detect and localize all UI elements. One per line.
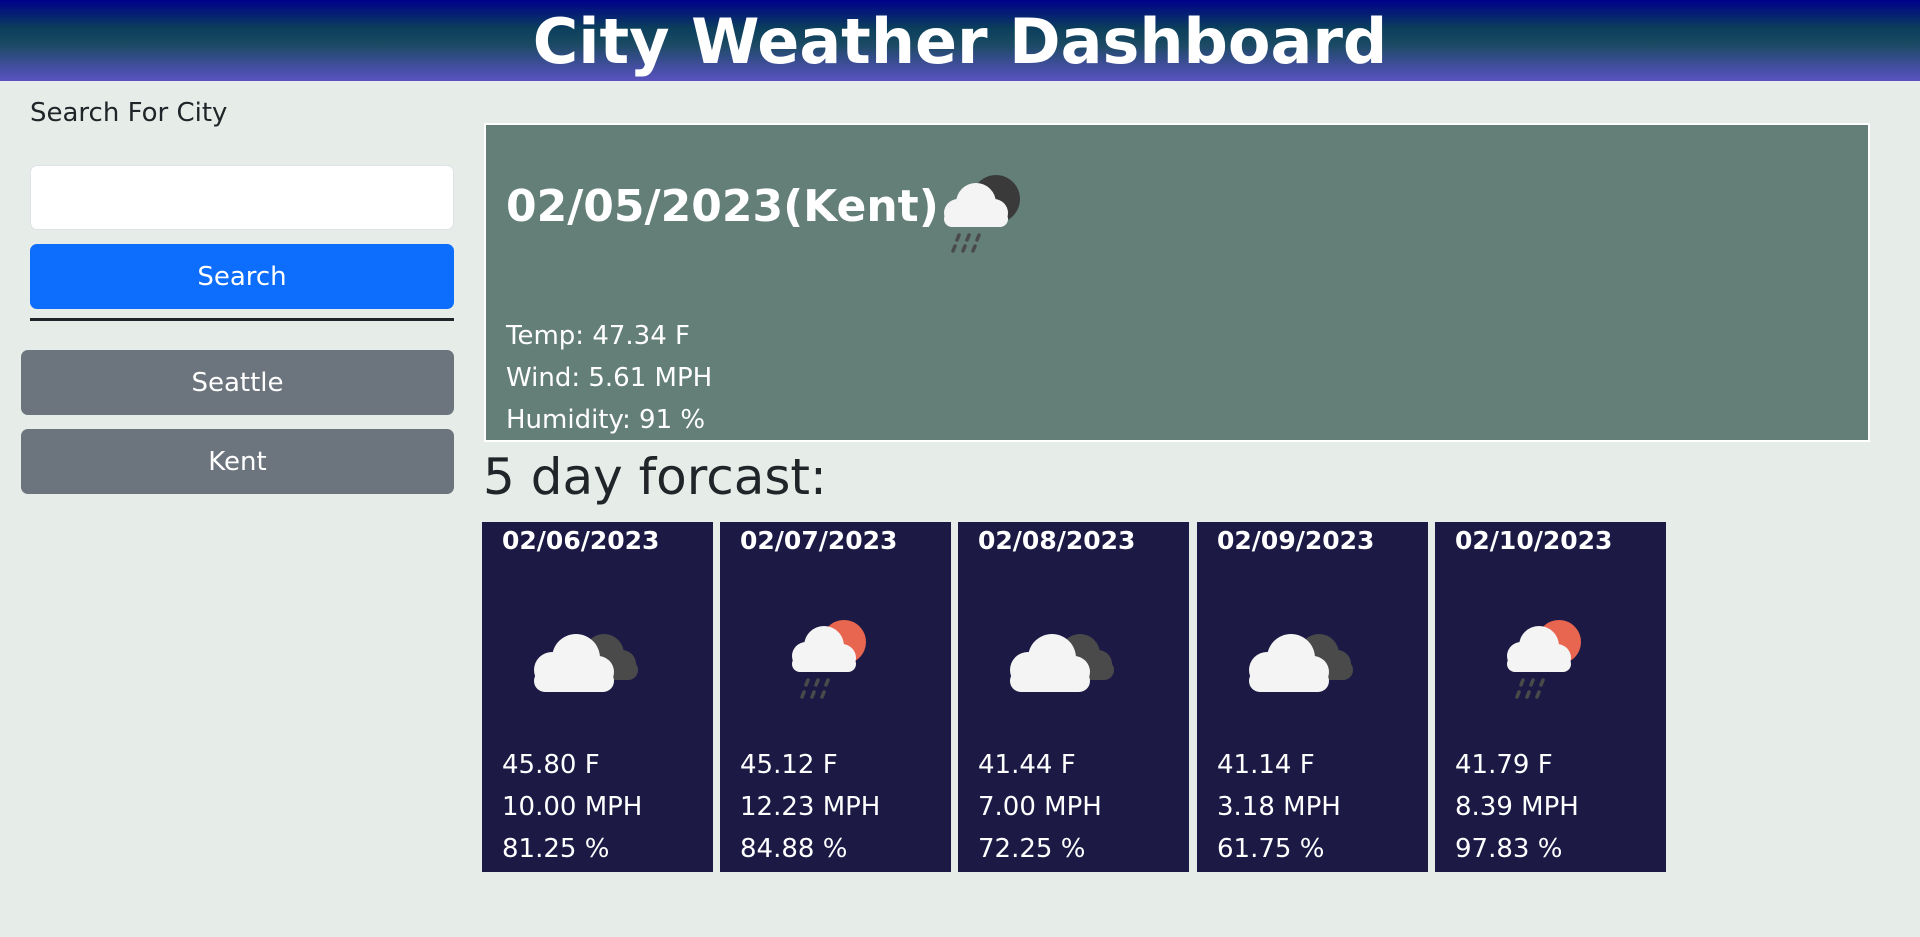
divider — [30, 318, 454, 321]
page-title: City Weather Dashboard — [532, 5, 1388, 78]
forecast-date: 02/08/2023 — [978, 526, 1136, 555]
search-button[interactable]: Search — [30, 244, 454, 309]
forecast-card: 02/08/2023 41.44 F 7.00 MPH 72.25 % — [958, 522, 1189, 872]
cloud-rain-night-icon — [930, 165, 1030, 269]
overcast-clouds-icon — [998, 612, 1128, 716]
forecast-card: 02/09/2023 41.14 F 3.18 MPH 61.75 % — [1197, 522, 1428, 872]
current-temp: Temp: 47.34 F — [506, 321, 690, 351]
current-date-city: 02/05/2023(Kent) — [506, 181, 939, 232]
cloud-rain-sun-icon — [780, 612, 880, 716]
search-label: Search For City — [30, 98, 228, 128]
current-weather-card: 02/05/2023(Kent) Temp: 47.34 F Wind: 5.6… — [484, 123, 1870, 442]
forecast-heading: 5 day forcast: — [483, 448, 827, 506]
forecast-humidity: 72.25 % — [978, 834, 1086, 864]
forecast-date: 02/06/2023 — [502, 526, 660, 555]
forecast-humidity: 81.25 % — [502, 834, 610, 864]
overcast-clouds-icon — [522, 612, 652, 716]
city-search-input[interactable] — [30, 165, 454, 230]
cloud-rain-sun-icon — [1495, 612, 1595, 716]
history-button-kent[interactable]: Kent — [21, 429, 454, 494]
forecast-humidity: 84.88 % — [740, 834, 848, 864]
current-wind: Wind: 5.61 MPH — [506, 363, 713, 393]
forecast-temp: 45.80 F — [502, 750, 600, 780]
forecast-card: 02/06/2023 45.80 F 10.00 MPH 81.25 % — [482, 522, 713, 872]
forecast-temp: 41.14 F — [1217, 750, 1315, 780]
history-button-seattle[interactable]: Seattle — [21, 350, 454, 415]
forecast-temp: 45.12 F — [740, 750, 838, 780]
forecast-wind: 7.00 MPH — [978, 792, 1102, 822]
forecast-humidity: 97.83 % — [1455, 834, 1563, 864]
forecast-card: 02/07/2023 45.12 F 12.23 MPH 84.88 % — [720, 522, 951, 872]
forecast-wind: 3.18 MPH — [1217, 792, 1341, 822]
forecast-humidity: 61.75 % — [1217, 834, 1325, 864]
forecast-wind: 10.00 MPH — [502, 792, 643, 822]
forecast-wind: 8.39 MPH — [1455, 792, 1579, 822]
current-humidity: Humidity: 91 % — [506, 405, 706, 435]
forecast-temp: 41.44 F — [978, 750, 1076, 780]
forecast-date: 02/10/2023 — [1455, 526, 1613, 555]
forecast-card: 02/10/2023 41.79 F 8.39 MPH 97.83 % — [1435, 522, 1666, 872]
forecast-date: 02/09/2023 — [1217, 526, 1375, 555]
forecast-date: 02/07/2023 — [740, 526, 898, 555]
forecast-wind: 12.23 MPH — [740, 792, 881, 822]
forecast-temp: 41.79 F — [1455, 750, 1553, 780]
header-banner: City Weather Dashboard — [0, 0, 1920, 81]
overcast-clouds-icon — [1237, 612, 1367, 716]
